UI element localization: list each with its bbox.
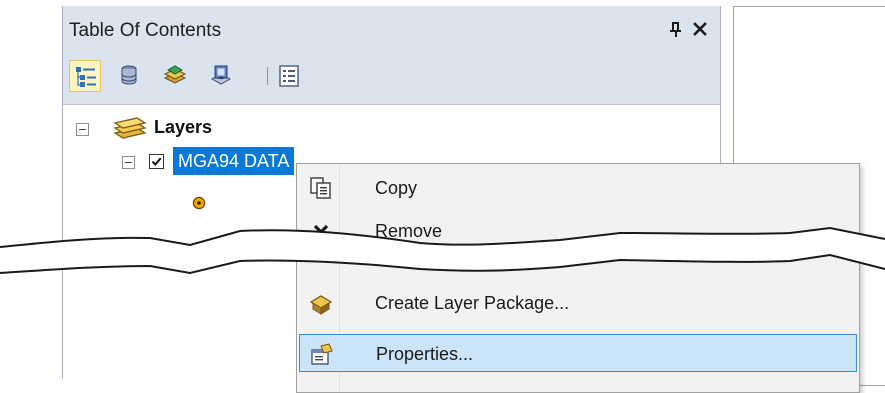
toolbar-separator [267,67,268,85]
layer-name-selected[interactable]: MGA94 DATA [173,147,295,175]
properties-label: Properties... [376,344,474,364]
layers-collapse-toggle[interactable] [76,123,89,136]
pin-icon[interactable] [667,19,685,39]
layers-label[interactable]: Layers [154,117,212,138]
copy-icon [309,176,333,200]
screenshot-break-divider [0,226,885,275]
list-by-drawing-order-button[interactable] [69,60,101,92]
list-by-visibility-button[interactable] [159,60,191,92]
layer-visibility-checkbox[interactable] [149,154,164,169]
list-by-source-icon [121,65,137,85]
layer-package-icon [309,291,333,315]
list-by-visibility-icon [163,65,187,84]
layer-collapse-toggle[interactable] [122,156,135,169]
toc-title: Table Of Contents [69,20,222,41]
options-icon [279,65,299,87]
toc-title-bar: Table Of Contents [63,6,720,52]
list-by-drawing-order-icon [76,67,96,87]
toc-toolbar [63,52,720,104]
create-layer-package-label: Create Layer Package... [375,293,570,313]
properties-icon [310,342,334,366]
list-by-source-button[interactable] [113,60,145,92]
copy-menu-item[interactable]: Copy [299,169,857,207]
list-by-selection-icon [210,65,232,85]
properties-menu-item[interactable]: Properties... [299,334,857,372]
layers-data-frame-icon [113,115,147,146]
options-button[interactable] [273,60,305,92]
list-by-selection-button[interactable] [205,60,237,92]
point-symbol-icon[interactable] [192,196,206,215]
close-icon[interactable] [691,19,709,39]
copy-label: Copy [375,178,418,198]
